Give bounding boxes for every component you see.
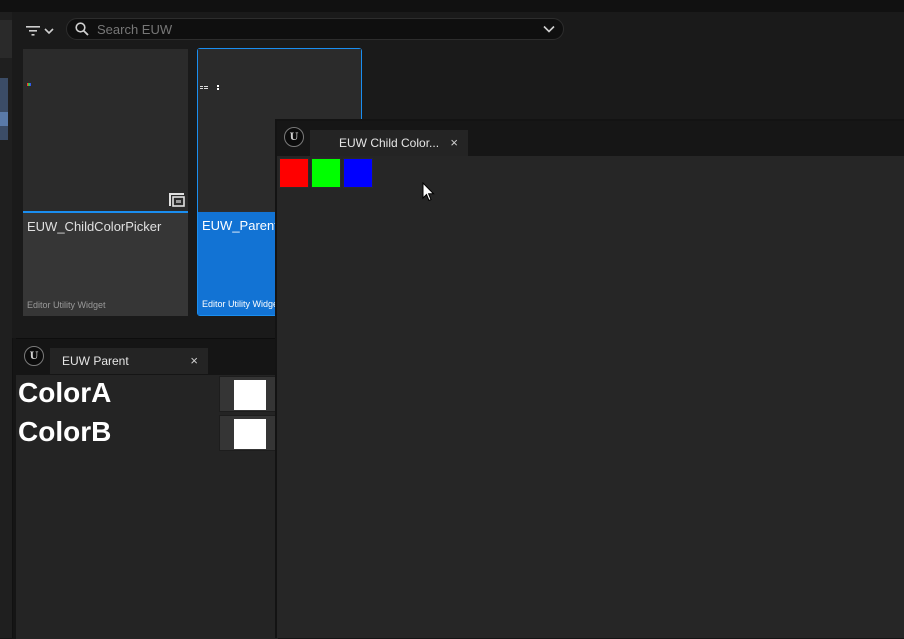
red-color-button[interactable] — [279, 158, 309, 188]
parent-tab-bar: U EUW Parent × — [16, 339, 278, 375]
search-input[interactable] — [95, 20, 543, 38]
tab-euw-child-color[interactable]: EUW Child Color... × — [310, 130, 468, 156]
chevron-down-icon — [44, 28, 54, 35]
tab-label: EUW Parent — [62, 354, 129, 368]
search-icon — [75, 22, 89, 36]
asset-type: Editor Utility Widget — [202, 299, 281, 309]
tab-label: EUW Child Color... — [339, 136, 440, 150]
mouse-cursor-icon — [422, 182, 435, 202]
close-icon[interactable]: × — [190, 353, 198, 368]
asset-name: EUW_Parent — [202, 218, 278, 233]
widget-preview-icon — [27, 83, 31, 86]
widget-preview-icon — [200, 85, 219, 90]
color-a-swatch-button[interactable] — [219, 376, 277, 412]
left-panel-highlight — [0, 112, 8, 126]
color-b-swatch — [234, 419, 266, 449]
color-b-label: ColorB — [18, 416, 112, 447]
euw-child-color-picker-window: U EUW Child Color... × — [275, 119, 904, 638]
tab-euw-parent[interactable]: EUW Parent × — [50, 348, 208, 374]
green-color-button[interactable] — [311, 158, 341, 188]
color-a-swatch — [234, 380, 266, 410]
unreal-logo-icon: U — [24, 346, 44, 366]
left-panel-selected-folder[interactable] — [0, 78, 8, 140]
filter-icon — [26, 26, 40, 36]
blue-color-button[interactable] — [343, 158, 373, 188]
euw-parent-panel: U EUW Parent × ColorA ColorB — [16, 338, 278, 639]
asset-type: Editor Utility Widget — [27, 300, 106, 310]
unreal-logo-icon: U — [284, 127, 304, 147]
asset-name: EUW_ChildColorPicker — [27, 219, 162, 234]
search-dropdown-icon[interactable] — [543, 25, 555, 33]
widget-type-icon — [169, 193, 185, 207]
filter-button[interactable] — [25, 20, 59, 42]
color-a-label: ColorA — [18, 377, 112, 408]
left-panel-item[interactable] — [0, 20, 12, 58]
search-bar[interactable] — [66, 18, 564, 40]
asset-info: EUW_ChildColorPicker Editor Utility Widg… — [23, 213, 188, 316]
color-b-swatch-button[interactable] — [219, 415, 277, 451]
child-tab-bar[interactable]: U EUW Child Color... × — [277, 121, 904, 156]
close-icon[interactable]: × — [450, 135, 458, 150]
asset-tile-childcolorpicker[interactable]: EUW_ChildColorPicker Editor Utility Widg… — [23, 49, 188, 316]
asset-thumbnail — [23, 49, 188, 213]
